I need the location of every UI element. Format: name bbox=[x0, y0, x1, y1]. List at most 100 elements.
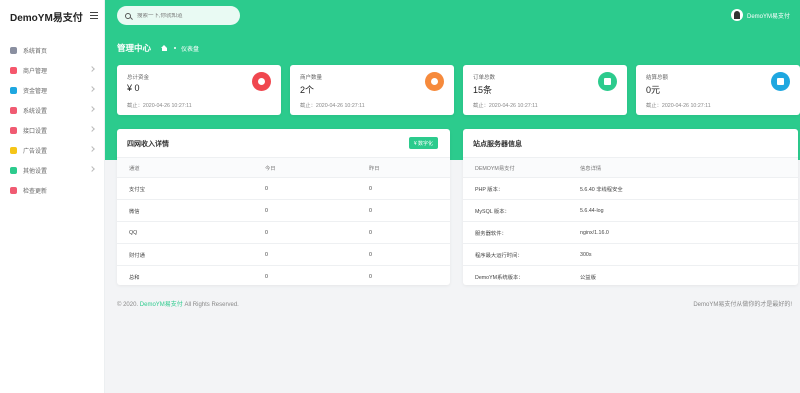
ad-icon bbox=[10, 146, 17, 154]
breadcrumb-separator bbox=[174, 47, 177, 49]
sidebar-item-label: 广告设置 bbox=[23, 148, 48, 155]
server-panel: 站点服务器信息 DEMOYM易支付 信息详情 PHP 版本： 5.6.40 非线… bbox=[463, 129, 798, 285]
money-icon bbox=[10, 86, 17, 94]
table-cell: PHP 版本： bbox=[475, 186, 504, 193]
sidebar-menu: 系统首页商户管理资金管理系统设置接口设置广告设置其他设置检查更新 bbox=[0, 40, 104, 200]
sidebar-item-label: 接口设置 bbox=[23, 128, 48, 135]
stat-value: 0元 bbox=[646, 85, 661, 95]
table-row: 微信 0 0 bbox=[117, 199, 450, 221]
table-cell: QQ bbox=[129, 229, 138, 236]
footer-slogan: DemoYM易支付从做你的才是最好的! bbox=[693, 302, 792, 308]
sidebar-item-label: 其他设置 bbox=[23, 168, 48, 175]
chevron-right-icon bbox=[89, 166, 95, 172]
table-cell: 0 bbox=[369, 185, 372, 192]
sidebar: DemoYM易支付 系统首页商户管理资金管理系统设置接口设置广告设置其他设置检查… bbox=[0, 0, 105, 393]
table-cell: 0 bbox=[369, 229, 372, 236]
table-cell: 0 bbox=[369, 273, 372, 280]
stat-card-total-funds: 总计资金 ¥ 0 截止：2020-04-26 10:27:11 bbox=[117, 65, 281, 115]
stat-label: 订单总数 bbox=[473, 75, 496, 81]
table-row: QQ 0 0 bbox=[117, 221, 450, 243]
table-cell: 0 bbox=[369, 207, 372, 214]
column-header: 昨日 bbox=[369, 165, 380, 172]
table-cell: 程序最大运行时间： bbox=[475, 252, 523, 259]
footer-copyright: © 2020. DemoYM易支付 All Rights Reserved. bbox=[117, 299, 239, 308]
sidebar-item[interactable]: 其他设置 bbox=[0, 160, 104, 180]
table-row: 财付通 0 0 bbox=[117, 243, 450, 265]
stat-card-orders: 订单总数 15条 截止：2020-04-26 10:27:11 bbox=[463, 65, 627, 115]
users-icon bbox=[10, 66, 17, 74]
sidebar-item[interactable]: 商户管理 bbox=[0, 60, 104, 80]
table-row: PHP 版本： 5.6.40 非线程安全 bbox=[463, 177, 798, 199]
table-row: 程序最大运行时间： 300s bbox=[463, 243, 798, 265]
dashboard-icon bbox=[10, 46, 17, 54]
column-header: 通道 bbox=[129, 165, 140, 172]
footer-brand-link[interactable]: DemoYM易支付 bbox=[140, 302, 183, 308]
table-header-row: DEMOYM易支付 信息详情 bbox=[463, 157, 798, 177]
update-icon bbox=[10, 186, 17, 194]
username[interactable]: DemoYM易支付 bbox=[747, 11, 790, 20]
income-title: 四网收入详情 bbox=[127, 141, 169, 148]
breadcrumb-current: 仪表盘 bbox=[181, 46, 200, 53]
sidebar-item[interactable]: 检查更新 bbox=[0, 180, 104, 200]
income-table: 通道 今日 昨日 支付宝 0 0 微信 0 0 QQ 0 0 财付通 0 0 总… bbox=[117, 157, 450, 287]
table-cell: 0 bbox=[265, 229, 268, 236]
search-input[interactable] bbox=[137, 12, 227, 19]
chevron-right-icon bbox=[89, 66, 95, 72]
chevron-right-icon bbox=[89, 86, 95, 92]
table-cell: 0 bbox=[265, 185, 268, 192]
sidebar-item-label: 资金管理 bbox=[23, 88, 48, 95]
settings-icon bbox=[10, 106, 17, 114]
income-action-button[interactable]: ¥ 数字化 bbox=[408, 137, 438, 149]
stat-value: ¥ 0 bbox=[127, 83, 140, 93]
search-box[interactable] bbox=[117, 6, 240, 25]
user-icon bbox=[425, 72, 444, 91]
income-panel: 四网收入详情 ¥ 数字化 通道 今日 昨日 支付宝 0 0 微信 0 0 QQ … bbox=[117, 129, 450, 285]
table-cell: 0 bbox=[265, 207, 268, 214]
sidebar-item-label: 系统首页 bbox=[23, 48, 48, 55]
user-menu[interactable]: DemoYM易支付 bbox=[730, 9, 790, 21]
gear-icon bbox=[10, 166, 17, 174]
table-cell: 微信 bbox=[129, 208, 140, 215]
card-icon bbox=[771, 72, 790, 91]
sidebar-item[interactable]: 资金管理 bbox=[0, 80, 104, 100]
stat-card-settlement: 结算总额 0元 截止：2020-04-26 10:27:11 bbox=[636, 65, 800, 115]
table-cell: 总和 bbox=[129, 274, 140, 281]
column-header: 今日 bbox=[265, 165, 276, 172]
pie-chart-icon bbox=[252, 72, 271, 91]
sidebar-item-label: 系统设置 bbox=[23, 108, 48, 115]
plug-icon bbox=[10, 126, 17, 134]
sidebar-item-label: 商户管理 bbox=[23, 68, 48, 75]
topbar: DemoYM易支付 bbox=[105, 0, 800, 32]
table-cell: 0 bbox=[265, 273, 268, 280]
stat-label: 商户数量 bbox=[300, 75, 323, 81]
table-row: DemoYM系统版本： 公益版 bbox=[463, 265, 798, 287]
table-cell: nginx/1.16.0 bbox=[580, 229, 609, 236]
brand-logo[interactable]: DemoYM易支付 bbox=[0, 0, 104, 32]
stat-card-merchants: 商户数量 2个 截止：2020-04-26 10:27:11 bbox=[290, 65, 454, 115]
avatar[interactable] bbox=[730, 9, 743, 21]
table-cell: 0 bbox=[369, 251, 372, 258]
column-header: 信息详情 bbox=[580, 165, 602, 172]
menu-toggle-icon[interactable] bbox=[90, 12, 98, 19]
chevron-right-icon bbox=[89, 146, 95, 152]
sidebar-item[interactable]: 接口设置 bbox=[0, 120, 104, 140]
table-cell: 财付通 bbox=[129, 252, 145, 259]
chevron-right-icon bbox=[89, 106, 95, 112]
copyright-prefix: © 2020. bbox=[117, 302, 139, 308]
stat-time: 截止：2020-04-26 10:27:11 bbox=[127, 103, 192, 109]
table-row: 总和 0 0 bbox=[117, 265, 450, 287]
table-cell: MySQL 版本： bbox=[475, 208, 510, 215]
sidebar-item[interactable]: 系统首页 bbox=[0, 40, 104, 60]
chevron-right-icon bbox=[89, 126, 95, 132]
home-icon[interactable] bbox=[161, 45, 168, 51]
table-cell: 5.6.44-log bbox=[580, 207, 604, 214]
table-cell: 支付宝 bbox=[129, 186, 145, 193]
stat-value: 15条 bbox=[473, 85, 493, 95]
stat-label: 结算总额 bbox=[646, 75, 669, 81]
server-table: DEMOYM易支付 信息详情 PHP 版本： 5.6.40 非线程安全 MySQ… bbox=[463, 157, 798, 287]
table-row: 支付宝 0 0 bbox=[117, 177, 450, 199]
table-header-row: 通道 今日 昨日 bbox=[117, 157, 450, 177]
search-icon[interactable] bbox=[125, 12, 131, 19]
sidebar-item[interactable]: 系统设置 bbox=[0, 100, 104, 120]
sidebar-item[interactable]: 广告设置 bbox=[0, 140, 104, 160]
